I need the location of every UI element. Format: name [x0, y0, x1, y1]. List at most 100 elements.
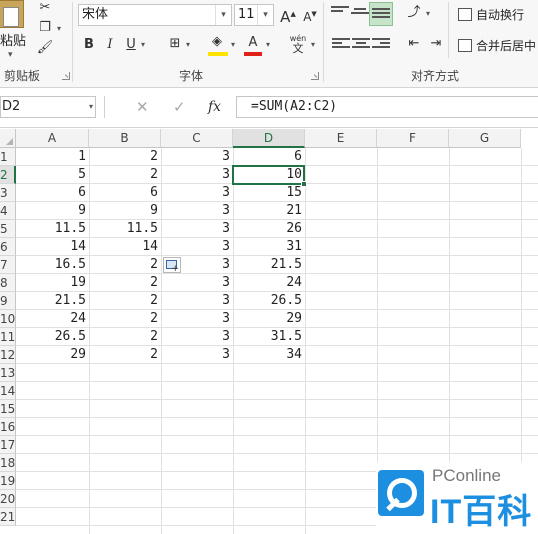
- row-header-21[interactable]: 21: [0, 508, 16, 526]
- row-header-8[interactable]: 8: [0, 274, 16, 292]
- cell-b10[interactable]: 2: [89, 310, 161, 328]
- align-middle-icon[interactable]: [351, 8, 369, 22]
- cell-a10[interactable]: 24: [16, 310, 89, 328]
- row-header-15[interactable]: 15: [0, 400, 16, 418]
- cell-a12[interactable]: 29: [16, 346, 89, 364]
- decrease-indent-icon[interactable]: ⇤: [405, 36, 423, 52]
- column-header-g[interactable]: G: [449, 129, 521, 148]
- cell-a4[interactable]: 9: [16, 202, 89, 220]
- paste-button[interactable]: 粘贴: [0, 30, 26, 49]
- cell-b1[interactable]: 2: [89, 148, 161, 166]
- cell-a1[interactable]: 1: [16, 148, 89, 166]
- cell-b5[interactable]: 11.5: [89, 220, 161, 238]
- cell-c9[interactable]: 3: [161, 292, 233, 310]
- cut-icon[interactable]: ✂: [36, 0, 54, 16]
- column-header-e[interactable]: E: [305, 129, 377, 148]
- format-painter-icon[interactable]: 🖌: [36, 40, 54, 56]
- cell-d4[interactable]: 21: [233, 202, 305, 220]
- row-header-1[interactable]: 1: [0, 148, 16, 166]
- column-header-c[interactable]: C: [161, 129, 233, 148]
- orientation-icon[interactable]: ⤴: [405, 5, 423, 21]
- cell-b6[interactable]: 14: [89, 238, 161, 256]
- cell-d6[interactable]: 31: [233, 238, 305, 256]
- cell-c3[interactable]: 3: [161, 184, 233, 202]
- fill-handle[interactable]: [301, 181, 307, 187]
- cell-a8[interactable]: 19: [16, 274, 89, 292]
- auto-fill-options-icon[interactable]: [163, 257, 181, 274]
- row-header-10[interactable]: 10: [0, 310, 16, 328]
- cell-c2[interactable]: 3: [161, 166, 233, 184]
- row-header-14[interactable]: 14: [0, 382, 16, 400]
- cell-d10[interactable]: 29: [233, 310, 305, 328]
- cell-b11[interactable]: 2: [89, 328, 161, 346]
- font-name-select[interactable]: 宋体 ▾: [78, 4, 232, 26]
- row-header-16[interactable]: 16: [0, 418, 16, 436]
- cell-c6[interactable]: 3: [161, 238, 233, 256]
- column-header-a[interactable]: A: [16, 129, 89, 148]
- column-header-b[interactable]: B: [89, 129, 161, 148]
- cell-c11[interactable]: 3: [161, 328, 233, 346]
- phonetic-guide-button[interactable]: wén 文: [287, 34, 309, 54]
- paste-dropdown-icon[interactable]: ▾: [8, 50, 13, 60]
- cell-c5[interactable]: 3: [161, 220, 233, 238]
- copy-icon[interactable]: ❐: [36, 20, 54, 36]
- font-color-dropdown-icon[interactable]: ▾: [266, 40, 270, 49]
- cell-c4[interactable]: 3: [161, 202, 233, 220]
- insert-function-icon[interactable]: fx: [208, 96, 221, 118]
- font-color-button[interactable]: A: [245, 34, 261, 52]
- cell-b4[interactable]: 9: [89, 202, 161, 220]
- row-header-5[interactable]: 5: [0, 220, 16, 238]
- cell-b2[interactable]: 2: [89, 166, 161, 184]
- cell-a11[interactable]: 26.5: [16, 328, 89, 346]
- row-header-6[interactable]: 6: [0, 238, 16, 256]
- align-right-icon[interactable]: [372, 38, 390, 52]
- row-header-11[interactable]: 11: [0, 328, 16, 346]
- cell-a7[interactable]: 16.5: [16, 256, 89, 274]
- chevron-down-icon[interactable]: ▾: [89, 97, 93, 117]
- row-header-19[interactable]: 19: [0, 472, 16, 490]
- row-header-2[interactable]: 2: [0, 166, 16, 184]
- border-dropdown-icon[interactable]: ▾: [186, 40, 190, 49]
- select-all-button[interactable]: [0, 129, 16, 148]
- border-icon[interactable]: ⊞: [166, 36, 184, 52]
- row-header-17[interactable]: 17: [0, 436, 16, 454]
- row-header-13[interactable]: 13: [0, 364, 16, 382]
- column-header-f[interactable]: F: [377, 129, 449, 148]
- row-header-3[interactable]: 3: [0, 184, 16, 202]
- cell-a9[interactable]: 21.5: [16, 292, 89, 310]
- cell-c8[interactable]: 3: [161, 274, 233, 292]
- align-left-icon[interactable]: [332, 38, 350, 52]
- underline-dropdown-icon[interactable]: ▾: [141, 40, 145, 49]
- cell-d3[interactable]: 15: [233, 184, 305, 202]
- cell-c12[interactable]: 3: [161, 346, 233, 364]
- align-top-icon[interactable]: [331, 6, 349, 20]
- paste-icon[interactable]: [0, 0, 24, 28]
- increase-indent-icon[interactable]: ⇥: [427, 36, 445, 52]
- align-center-icon[interactable]: [352, 38, 370, 52]
- cell-b8[interactable]: 2: [89, 274, 161, 292]
- wrap-text-button[interactable]: 自动换行: [458, 6, 524, 23]
- row-header-20[interactable]: 20: [0, 490, 16, 508]
- fill-color-icon[interactable]: ◈: [208, 34, 226, 50]
- bold-button[interactable]: B: [82, 36, 96, 54]
- font-size-select[interactable]: 11 ▾: [234, 4, 274, 26]
- font-launcher-icon[interactable]: [311, 72, 319, 80]
- cell-d8[interactable]: 24: [233, 274, 305, 292]
- merge-center-button[interactable]: 合并后居中: [458, 37, 536, 54]
- chevron-down-icon[interactable]: ▾: [257, 5, 273, 25]
- shrink-font-button[interactable]: A▼: [301, 6, 319, 24]
- cell-b3[interactable]: 6: [89, 184, 161, 202]
- phonetic-dropdown-icon[interactable]: ▾: [311, 40, 315, 49]
- cell-d9[interactable]: 26.5: [233, 292, 305, 310]
- copy-dropdown-icon[interactable]: ▾: [57, 24, 61, 33]
- cell-b9[interactable]: 2: [89, 292, 161, 310]
- grow-font-button[interactable]: A▲: [279, 6, 297, 25]
- cancel-icon[interactable]: ✕: [136, 96, 149, 118]
- cell-d12[interactable]: 34: [233, 346, 305, 364]
- row-header-18[interactable]: 18: [0, 454, 16, 472]
- cell-c10[interactable]: 3: [161, 310, 233, 328]
- clipboard-launcher-icon[interactable]: [62, 72, 70, 80]
- name-box[interactable]: D2 ▾: [0, 96, 96, 118]
- cell-d1[interactable]: 6: [233, 148, 305, 166]
- column-header-d[interactable]: D: [233, 129, 305, 148]
